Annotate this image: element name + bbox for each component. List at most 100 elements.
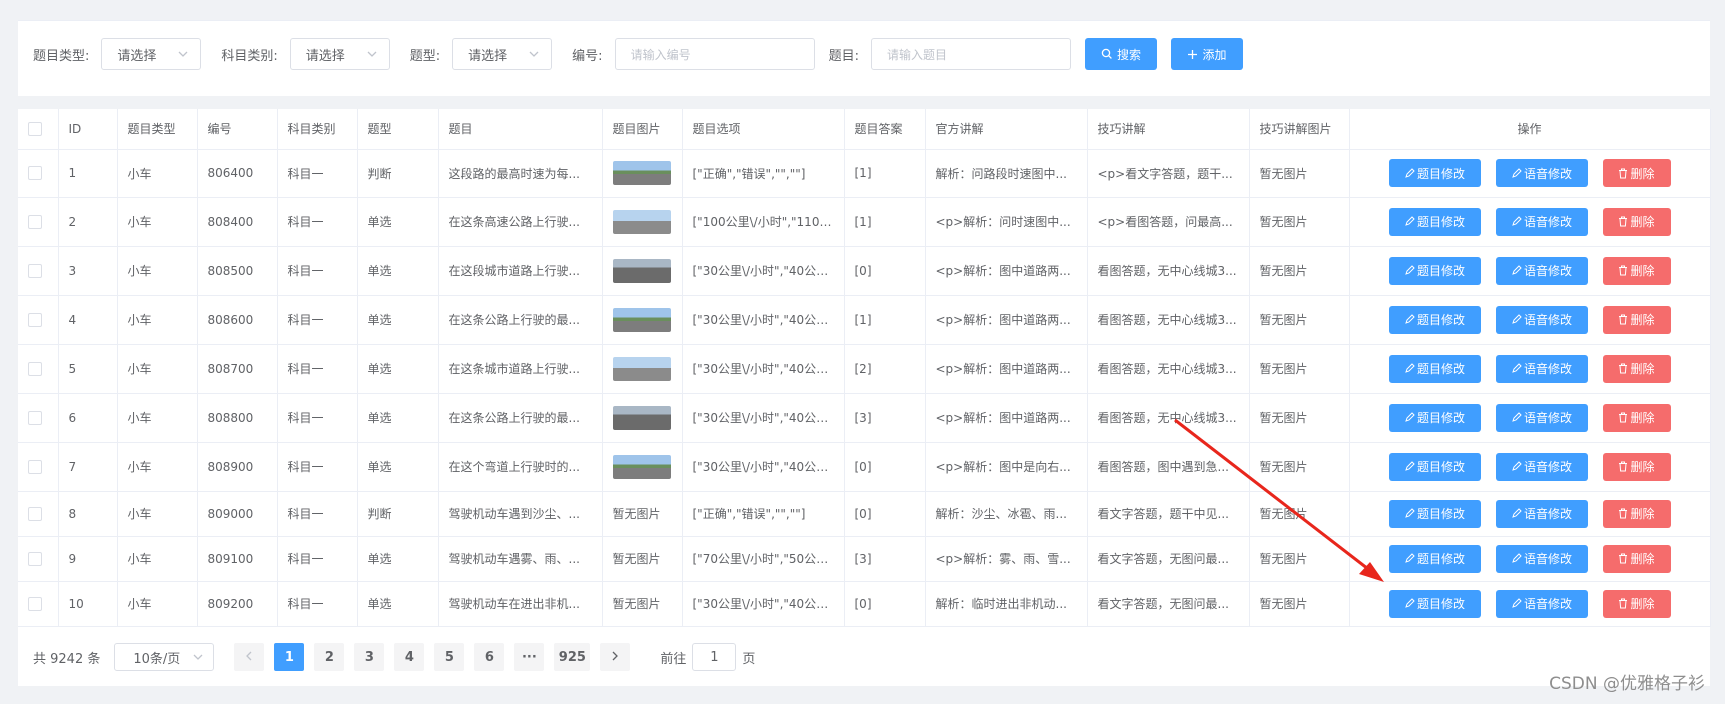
delete-button[interactable]: 删除 xyxy=(1602,499,1671,528)
question-image-thumbnail[interactable] xyxy=(612,209,671,234)
question-type-label: 题目类型: xyxy=(33,48,90,64)
row-checkbox[interactable] xyxy=(28,596,42,611)
cell-subject: 科目一 xyxy=(287,460,324,474)
delete-button[interactable]: 删除 xyxy=(1602,354,1671,383)
edit-question-button[interactable]: 题目修改 xyxy=(1388,452,1481,481)
cell-kind: 单选 xyxy=(367,313,392,327)
row-checkbox[interactable] xyxy=(28,166,42,181)
edit-question-button[interactable]: 题目修改 xyxy=(1388,354,1481,383)
edit-question-button[interactable]: 题目修改 xyxy=(1388,159,1481,187)
page-size-select[interactable]: 10条/页 xyxy=(114,643,215,671)
edit-question-label: 题目修改 xyxy=(1416,597,1465,611)
trash-icon xyxy=(1618,598,1628,609)
delete-button[interactable]: 删除 xyxy=(1602,452,1671,481)
goto-suffix: 页 xyxy=(742,651,756,667)
question-kind-select[interactable]: 请选择 xyxy=(452,38,553,70)
edit-voice-button[interactable]: 语音修改 xyxy=(1495,159,1588,187)
row-checkbox[interactable] xyxy=(28,551,42,566)
cell-options: ["100公里\/小时","110公... xyxy=(692,215,843,229)
prev-page-button[interactable] xyxy=(234,643,265,671)
page-last-button[interactable]: 925 xyxy=(554,643,591,671)
delete-button[interactable]: 删除 xyxy=(1602,589,1671,618)
question-image-thumbnail[interactable] xyxy=(612,405,671,430)
select-all-checkbox[interactable] xyxy=(28,122,42,136)
header-id: ID xyxy=(58,109,118,150)
next-page-button[interactable] xyxy=(600,643,631,671)
page-6-button[interactable]: 6 xyxy=(474,643,505,671)
cell-question-type: 小车 xyxy=(127,313,152,327)
edit-voice-button[interactable]: 语音修改 xyxy=(1495,305,1588,334)
cell-tip: <p>看文字答题，题干... xyxy=(1097,166,1233,181)
edit-question-button[interactable]: 题目修改 xyxy=(1388,207,1481,236)
row-checkbox[interactable] xyxy=(28,459,42,474)
row-checkbox[interactable] xyxy=(28,506,42,521)
question-image-thumbnail[interactable] xyxy=(612,454,671,479)
chevron-down-icon xyxy=(365,47,379,61)
row-checkbox[interactable] xyxy=(28,361,42,376)
row-checkbox[interactable] xyxy=(28,410,42,425)
cell-id: 4 xyxy=(68,312,77,327)
edit-voice-button[interactable]: 语音修改 xyxy=(1495,544,1588,573)
cell-subject: 科目一 xyxy=(287,411,324,425)
edit-voice-button[interactable]: 语音修改 xyxy=(1495,207,1588,236)
row-actions: 题目修改 语音修改 删除 xyxy=(1360,403,1700,432)
row-checkbox[interactable] xyxy=(28,263,42,278)
code-input[interactable]: 请输入编号 xyxy=(614,38,815,70)
cell-tip: 看图答题，无中心线城3... xyxy=(1097,411,1237,425)
search-button-label: 搜索 xyxy=(1116,47,1141,62)
cell-question-type: 小车 xyxy=(127,362,152,376)
cell-subject: 科目一 xyxy=(287,166,324,181)
page-4-button[interactable]: 4 xyxy=(394,643,425,671)
cell-official: <p>解析：图中道路两... xyxy=(935,362,1071,376)
row-checkbox[interactable] xyxy=(28,312,42,327)
edit-voice-button[interactable]: 语音修改 xyxy=(1495,256,1588,285)
cell-id: 1 xyxy=(68,166,77,180)
header-image: 题目图片 xyxy=(602,109,683,150)
page-ellipsis[interactable]: ··· xyxy=(514,643,545,671)
row-actions: 题目修改 语音修改 删除 xyxy=(1360,207,1700,236)
edit-icon xyxy=(1511,363,1522,374)
page-2-button[interactable]: 2 xyxy=(314,643,345,671)
cell-id: 7 xyxy=(68,459,77,474)
edit-voice-button[interactable]: 语音修改 xyxy=(1495,354,1588,383)
subject-category-select[interactable]: 请选择 xyxy=(289,38,390,70)
page-5-button[interactable]: 5 xyxy=(434,643,465,671)
total-count: 共 9242 条 xyxy=(33,651,101,667)
delete-button[interactable]: 删除 xyxy=(1602,256,1671,285)
edit-question-button[interactable]: 题目修改 xyxy=(1388,589,1481,618)
cell-kind: 单选 xyxy=(367,552,392,566)
delete-button[interactable]: 删除 xyxy=(1602,403,1671,432)
trash-icon xyxy=(1618,553,1628,564)
edit-voice-button[interactable]: 语音修改 xyxy=(1495,589,1588,618)
delete-button[interactable]: 删除 xyxy=(1602,305,1671,334)
row-checkbox[interactable] xyxy=(28,214,42,229)
delete-button[interactable]: 删除 xyxy=(1602,207,1671,236)
edit-voice-button[interactable]: 语音修改 xyxy=(1495,403,1588,432)
delete-button[interactable]: 删除 xyxy=(1602,159,1671,187)
edit-question-button[interactable]: 题目修改 xyxy=(1388,403,1481,432)
goto-page-input[interactable]: 1 xyxy=(692,643,737,671)
cell-tip: 看图答题，无中心线城3... xyxy=(1097,313,1237,327)
row-actions: 题目修改 语音修改 删除 xyxy=(1360,452,1700,481)
edit-question-button[interactable]: 题目修改 xyxy=(1388,499,1481,528)
edit-voice-button[interactable]: 语音修改 xyxy=(1495,499,1588,528)
add-button[interactable]: 添加 xyxy=(1170,38,1243,70)
row-actions: 题目修改 语音修改 删除 xyxy=(1360,544,1700,573)
cell-code: 808500 xyxy=(207,263,254,278)
delete-button[interactable]: 删除 xyxy=(1602,544,1671,573)
search-button[interactable]: 搜索 xyxy=(1084,38,1157,70)
title-input[interactable]: 请输入题目 xyxy=(870,38,1071,70)
header-tip: 技巧讲解 xyxy=(1087,109,1250,150)
edit-question-button[interactable]: 题目修改 xyxy=(1388,256,1481,285)
page-3-button[interactable]: 3 xyxy=(354,643,385,671)
question-image-thumbnail[interactable] xyxy=(612,258,671,283)
edit-voice-button[interactable]: 语音修改 xyxy=(1495,452,1588,481)
question-image-thumbnail[interactable] xyxy=(612,307,671,332)
edit-question-button[interactable]: 题目修改 xyxy=(1388,305,1481,334)
cell-options: ["30公里\/小时","40公里... xyxy=(692,264,840,278)
question-type-select[interactable]: 请选择 xyxy=(101,38,202,70)
question-image-thumbnail[interactable] xyxy=(612,161,671,185)
question-image-thumbnail[interactable] xyxy=(612,356,671,381)
page-1-button[interactable]: 1 xyxy=(274,643,305,671)
edit-question-button[interactable]: 题目修改 xyxy=(1388,544,1481,573)
